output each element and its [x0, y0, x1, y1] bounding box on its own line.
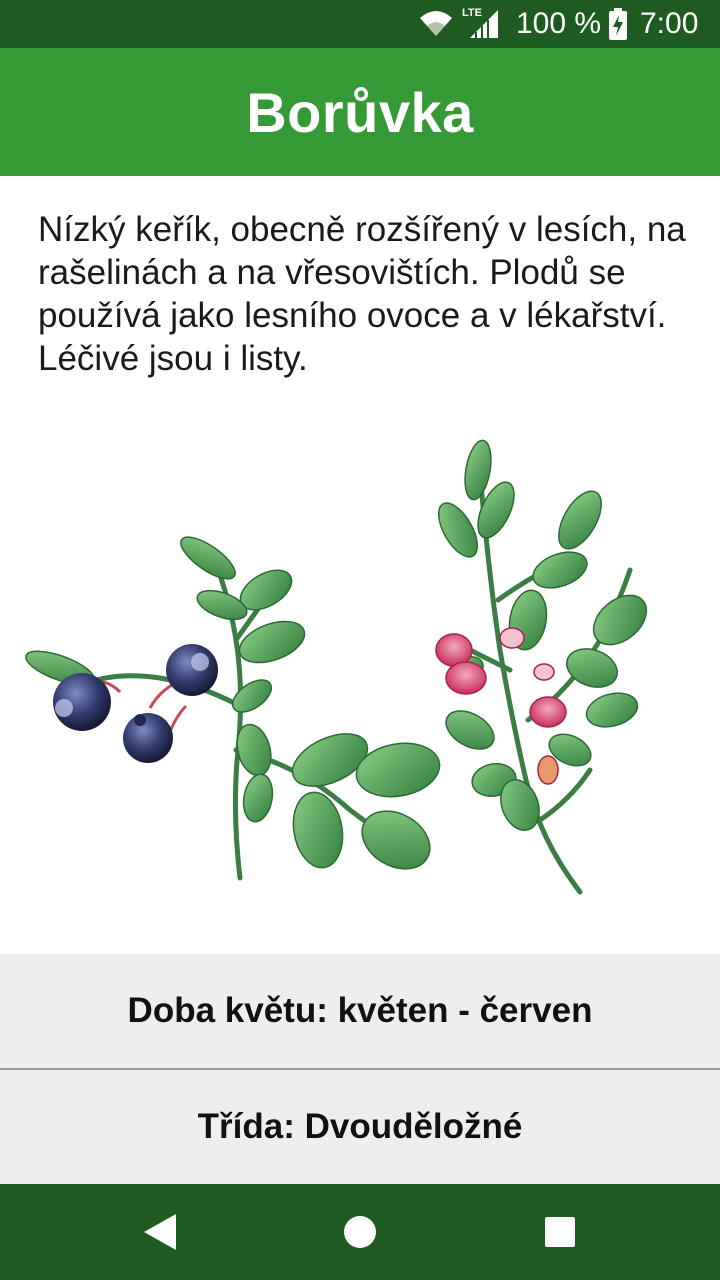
plant-class-label: Třída: Dvouděložné [197, 1107, 523, 1146]
battery-percent: 100 % [516, 7, 602, 40]
wifi-icon [420, 11, 452, 36]
plant-description: Nízký keřík, obecně rozšířený v lesích, … [38, 210, 686, 378]
bloom-time-row: Doba květu: květen - červen [0, 954, 720, 1070]
status-bar: LTE 100 % 7:00 [0, 0, 720, 48]
screen: LTE 100 % 7:00 Borůvka Nízký keřík, obec… [0, 0, 720, 1280]
bloom-time-label: Doba květu: květen - červen [127, 991, 593, 1030]
signal-icon: LTE [462, 7, 498, 38]
plant-class-row: Třída: Dvouděložné [0, 1070, 720, 1184]
navigation-bar [0, 1184, 720, 1280]
network-type-label: LTE [462, 7, 482, 19]
clock: 7:00 [640, 7, 699, 40]
back-icon[interactable] [142, 1212, 178, 1252]
blueberry-plant-illustration [25, 439, 648, 895]
home-icon[interactable] [342, 1214, 378, 1250]
battery-charging-icon [609, 8, 627, 40]
app-bar: Borůvka [0, 48, 720, 176]
recents-icon[interactable] [544, 1216, 576, 1248]
berries [53, 644, 218, 763]
page-title: Borůvka [246, 80, 474, 144]
